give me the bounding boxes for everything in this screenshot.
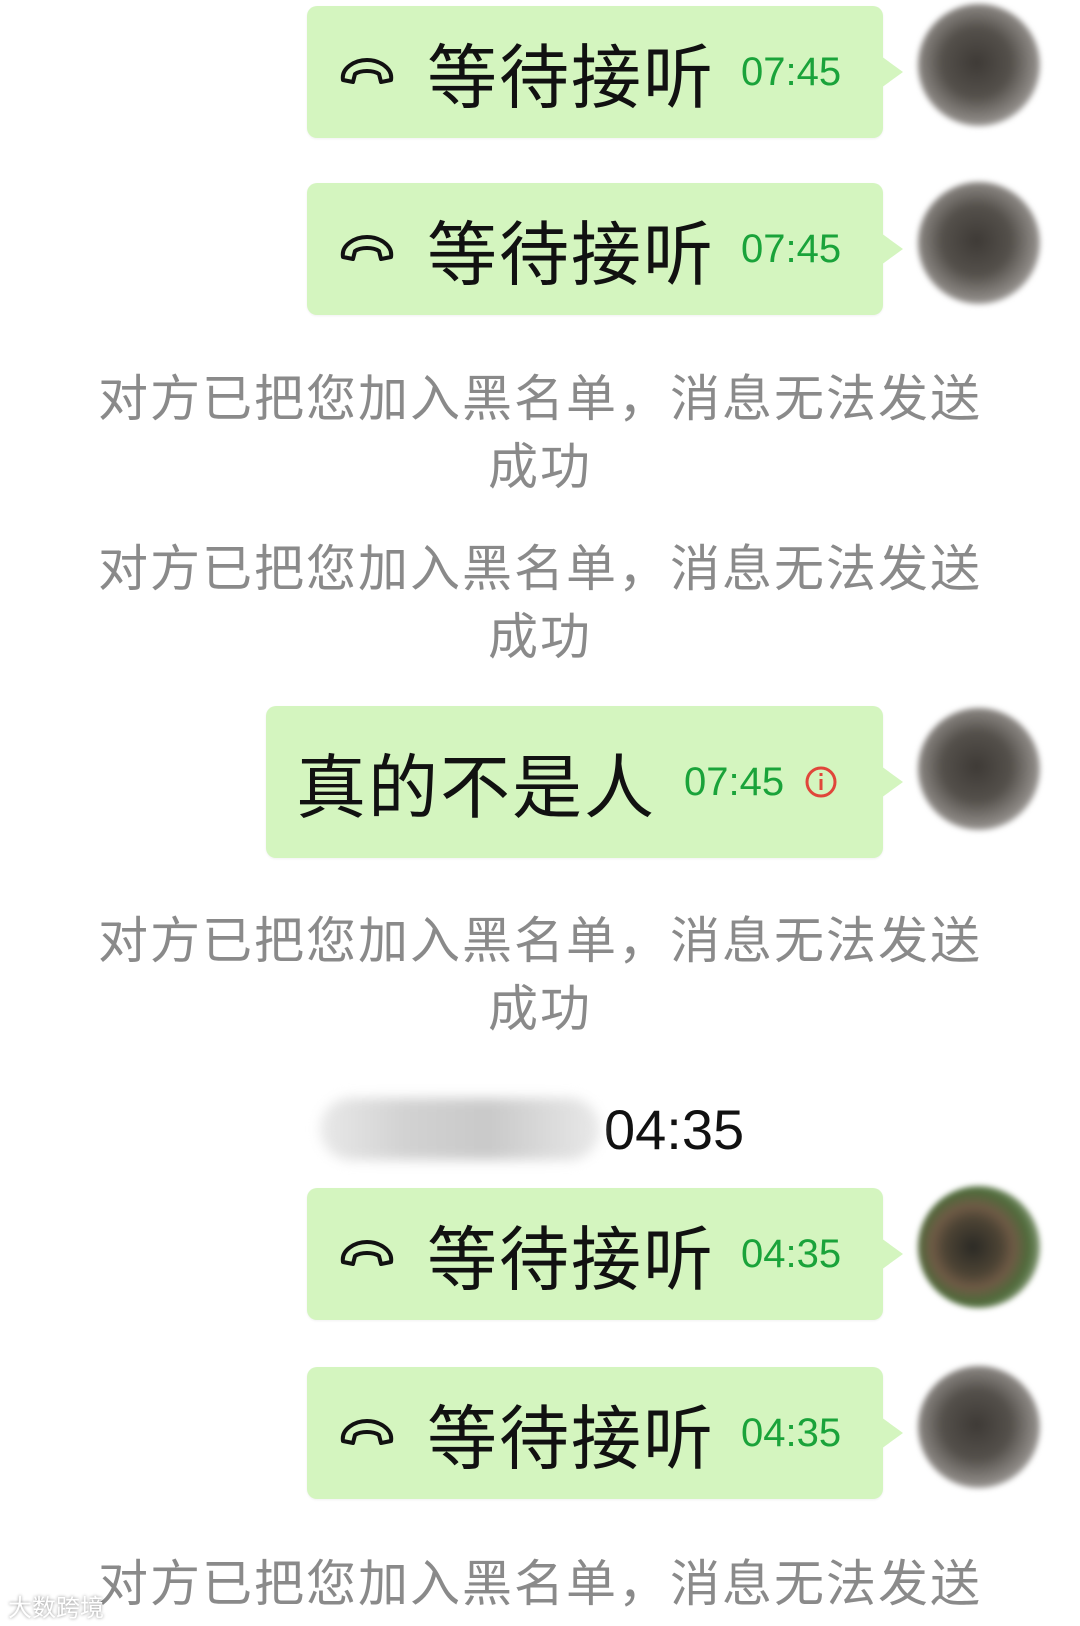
info-circle-icon[interactable] [804,765,838,799]
call-bubble[interactable]: 等待接听 07:45 [307,183,903,315]
call-status-label: 等待接听 [427,1397,715,1480]
call-bubble[interactable]: 等待接听 04:35 [307,1367,903,1499]
avatar[interactable] [918,1186,1040,1308]
message-bubble[interactable]: 真的不是人 07:45 [266,706,903,858]
call-time: 07:45 [741,49,842,94]
blurred-date [320,1098,600,1160]
system-notice: 对方已把您加入黑名单，消息无法发送 [0,1550,1080,1618]
call-time: 04:35 [741,1231,842,1276]
call-time: 07:45 [741,226,842,271]
call-bubble[interactable]: 等待接听 04:35 [307,1188,903,1320]
avatar[interactable] [918,4,1040,126]
system-notice-line: 对方已把您加入黑名单，消息无法发送 [98,912,982,970]
system-notice-line: 对方已把您加入黑名单，消息无法发送 [98,370,982,428]
call-status-label: 等待接听 [427,36,715,119]
message-text: 真的不是人 [296,746,656,829]
system-notice-line: 成功 [488,438,592,496]
system-notice-line: 对方已把您加入黑名单，消息无法发送 [98,1555,982,1613]
system-notice: 对方已把您加入黑名单，消息无法发送 成功 [0,907,1080,1043]
avatar[interactable] [918,182,1040,304]
phone-hangup-icon [340,58,394,84]
call-time: 04:35 [741,1410,842,1455]
system-notice-line: 成功 [488,608,592,666]
phone-hangup-icon [340,1419,394,1445]
call-status-label: 等待接听 [427,1218,715,1301]
phone-hangup-icon [340,1240,394,1266]
message-time: 07:45 [684,759,785,804]
system-notice: 对方已把您加入黑名单，消息无法发送 成功 [0,365,1080,501]
avatar[interactable] [918,1366,1040,1488]
date-divider-time: 04:35 [604,1097,745,1161]
call-status-label: 等待接听 [427,213,715,296]
watermark: 大数跨境 [8,1594,104,1622]
phone-hangup-icon [340,235,394,261]
system-notice: 对方已把您加入黑名单，消息无法发送 成功 [0,535,1080,671]
date-divider: 04:35 [320,1094,744,1164]
system-notice-line: 对方已把您加入黑名单，消息无法发送 [98,540,982,598]
call-bubble[interactable]: 等待接听 07:45 [307,6,903,138]
avatar[interactable] [918,708,1040,830]
system-notice-line: 成功 [488,980,592,1038]
